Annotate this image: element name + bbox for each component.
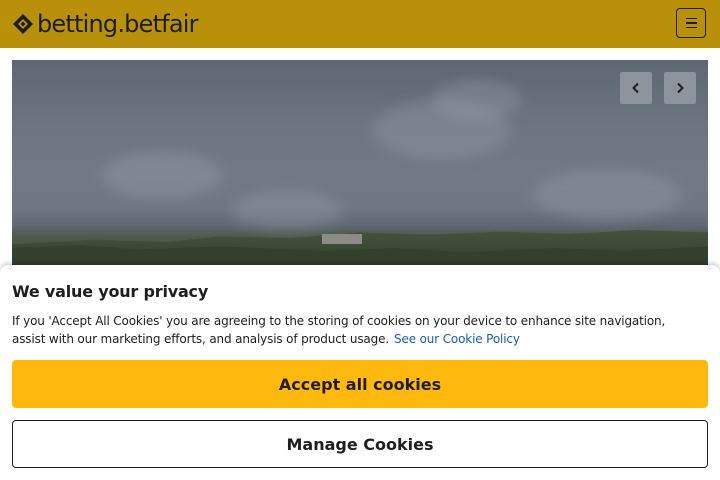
- cookie-banner-text: If you 'Accept All Cookies' you are agre…: [12, 312, 702, 348]
- accept-all-cookies-button[interactable]: Accept all cookies: [12, 360, 708, 408]
- cookie-banner-title: We value your privacy: [12, 282, 209, 301]
- menu-button[interactable]: [676, 8, 706, 38]
- cookie-consent-banner: We value your privacy If you 'Accept All…: [0, 265, 720, 480]
- top-navigation-bar: betting.betfair: [0, 0, 720, 48]
- carousel-prev-button[interactable]: [620, 72, 652, 104]
- carousel-next-button[interactable]: [664, 72, 696, 104]
- brand-logo[interactable]: betting.betfair: [12, 9, 198, 39]
- hero-image-carousel: [12, 60, 708, 266]
- hamburger-menu-icon: [685, 16, 697, 30]
- chevron-left-icon: [632, 82, 639, 94]
- betfair-logo-mark-icon: [13, 14, 33, 34]
- brand-name: betting.betfair: [37, 10, 198, 38]
- cookie-policy-link[interactable]: See our Cookie Policy: [394, 332, 520, 346]
- manage-cookies-button[interactable]: Manage Cookies: [12, 420, 708, 468]
- cookie-banner-body: If you 'Accept All Cookies' you are agre…: [12, 314, 666, 346]
- chevron-right-icon: [677, 82, 684, 94]
